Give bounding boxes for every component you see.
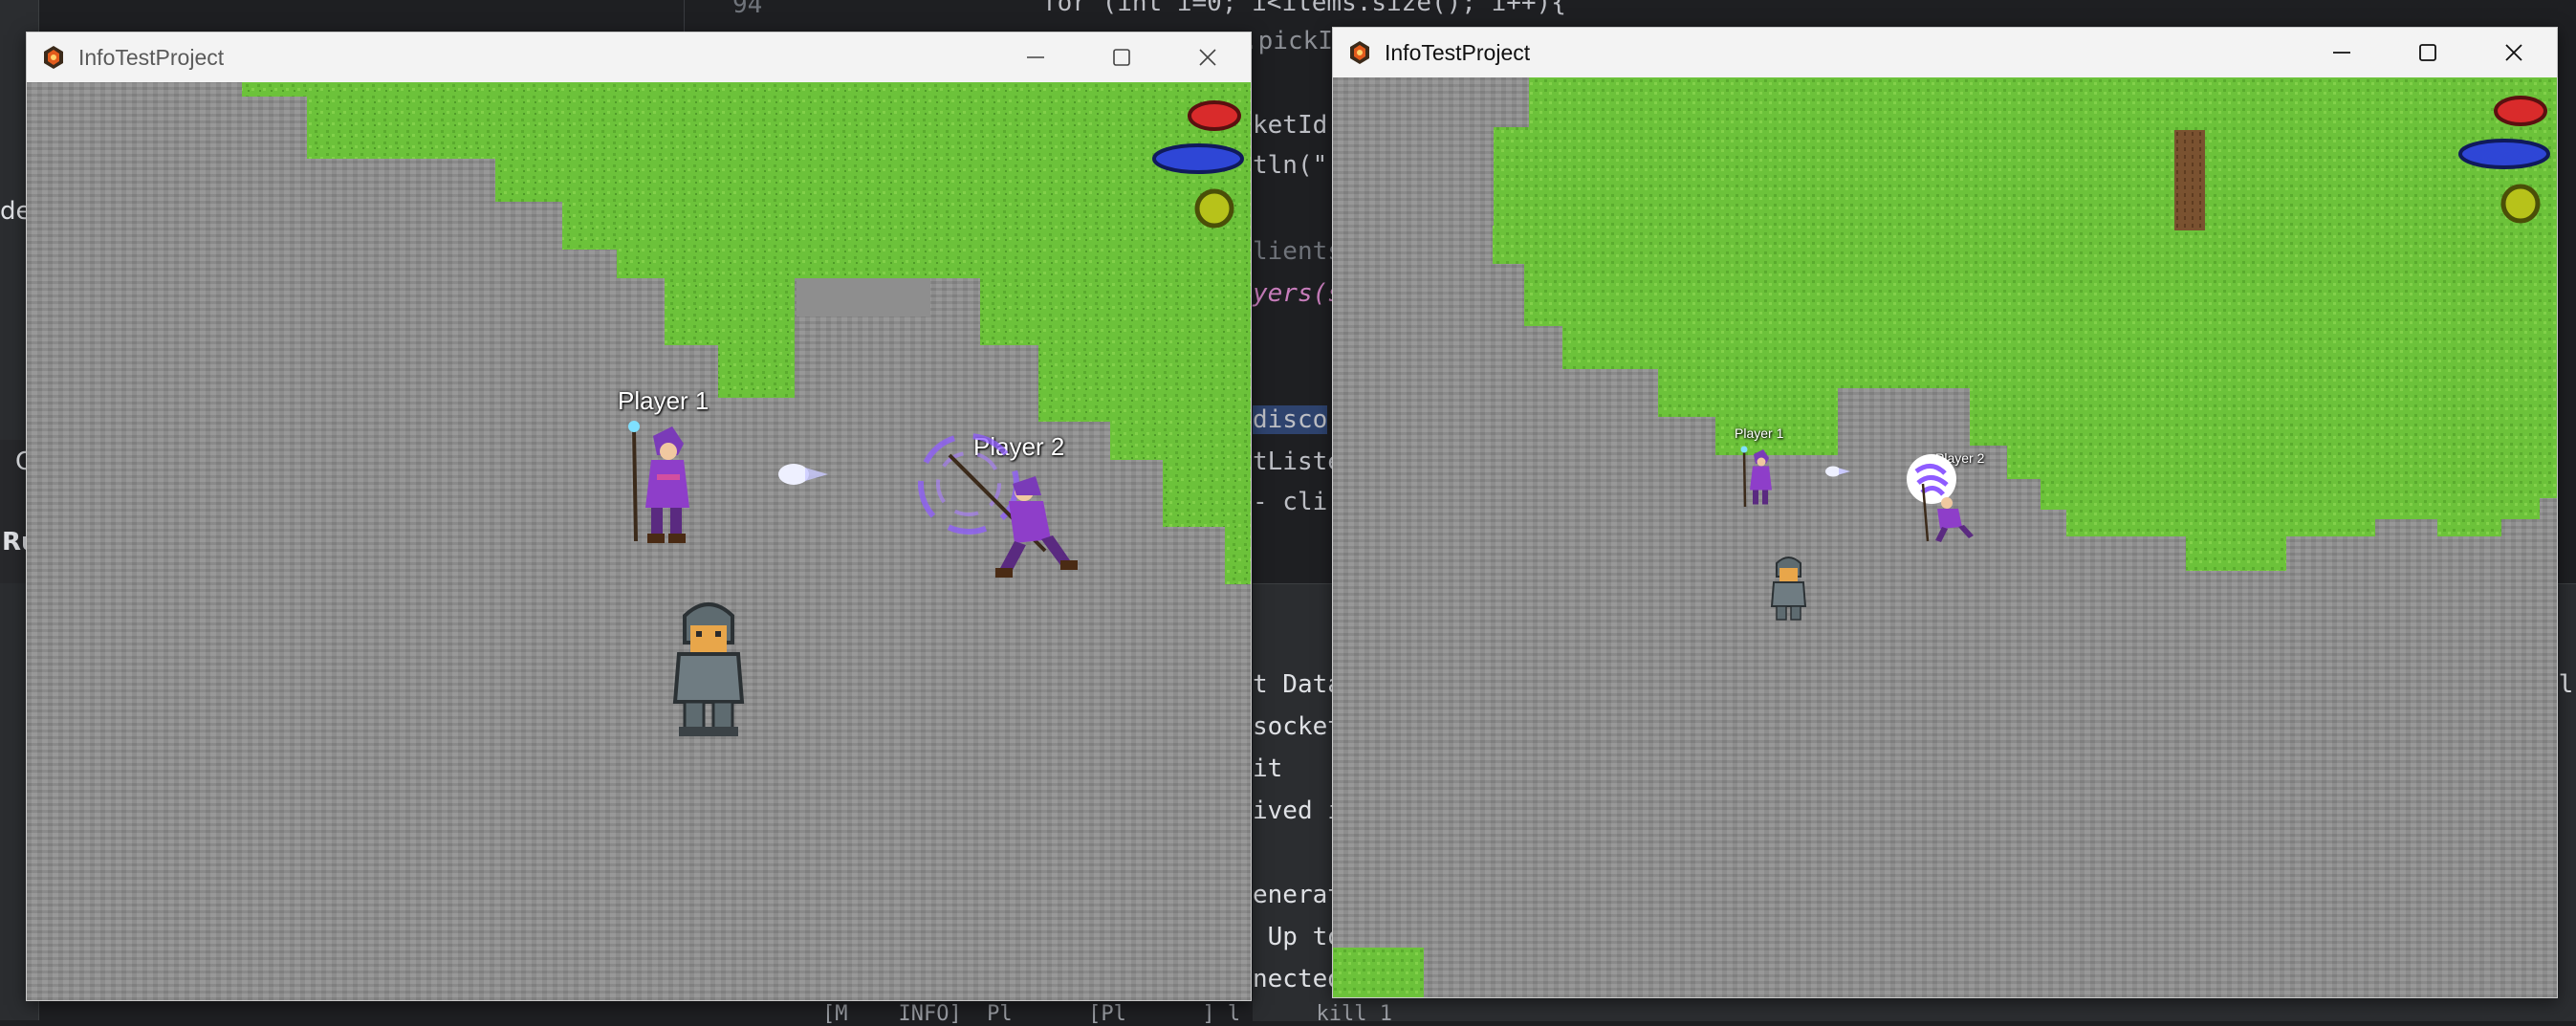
stamina-orb-icon bbox=[1194, 188, 1234, 229]
knight-npc-sprite[interactable] bbox=[666, 597, 752, 740]
console-line: socket bbox=[1253, 712, 1343, 741]
mana-bar-icon bbox=[1152, 143, 1244, 174]
close-icon bbox=[1199, 49, 1216, 66]
app-icon bbox=[1350, 41, 1369, 64]
hud bbox=[1152, 100, 1244, 229]
maximize-icon bbox=[2419, 44, 2436, 61]
player-1-mage-sprite[interactable] bbox=[615, 417, 710, 551]
minimize-button[interactable] bbox=[2299, 28, 2385, 77]
grass-region bbox=[1493, 77, 2557, 571]
code-line: disco bbox=[1253, 405, 1328, 434]
magic-projectile-icon bbox=[778, 464, 828, 485]
close-button[interactable] bbox=[1165, 33, 1251, 82]
code-line: for (int i=0; i<items.size(); i++){ bbox=[1042, 0, 1566, 17]
window-titlebar[interactable]: InfoTestProject bbox=[1333, 28, 2557, 77]
console-line: Up to bbox=[1253, 923, 1343, 951]
code-line: tln("[ bbox=[1253, 151, 1343, 180]
hud bbox=[2458, 96, 2550, 224]
player-2-mage-sprite[interactable] bbox=[1918, 479, 1985, 546]
player-name-label: Player 1 bbox=[618, 386, 709, 415]
game-viewport[interactable]: Player 1 Player 2 bbox=[1333, 77, 2557, 997]
game-window-2[interactable]: InfoTestProject Player 1 Player 2 bbox=[1332, 27, 2558, 998]
close-button[interactable] bbox=[2471, 28, 2557, 77]
stamina-orb-icon bbox=[2500, 184, 2541, 224]
line-number: 94 bbox=[732, 0, 763, 19]
knight-npc-sprite[interactable] bbox=[1767, 554, 1810, 625]
window-titlebar[interactable]: InfoTestProject bbox=[27, 33, 1251, 82]
code-line: .pickI bbox=[1243, 27, 1333, 55]
tree-trunk bbox=[2174, 130, 2205, 230]
minimize-button[interactable] bbox=[993, 33, 1079, 82]
app-icon bbox=[44, 46, 63, 69]
minimize-icon bbox=[2333, 52, 2350, 54]
maximize-icon bbox=[1113, 49, 1130, 66]
code-line: tListe bbox=[1253, 448, 1343, 476]
stone-inlet bbox=[797, 278, 930, 317]
game-viewport[interactable]: Player 1 Player 2 bbox=[27, 82, 1251, 1000]
grass-region bbox=[242, 82, 1251, 584]
mana-bar-icon bbox=[2458, 139, 2550, 169]
player-1-mage-sprite[interactable] bbox=[1735, 445, 1782, 512]
window-title: InfoTestProject bbox=[1385, 39, 1531, 65]
grass-patch bbox=[1333, 948, 1424, 997]
console-line: ived i bbox=[1253, 797, 1343, 825]
console-line: [M INFO] Pl [Pl ] l kill 1 bbox=[822, 1002, 1393, 1026]
magic-projectile-icon bbox=[1825, 466, 1850, 477]
code-line: ketId, bbox=[1253, 111, 1343, 140]
health-orb-icon bbox=[1188, 100, 1241, 131]
console-line: it bbox=[1253, 754, 1283, 783]
console-line: nected bbox=[1253, 965, 1343, 993]
maximize-button[interactable] bbox=[2385, 28, 2471, 77]
health-orb-icon bbox=[2494, 96, 2547, 126]
player-name-label: Player 1 bbox=[1735, 426, 1784, 441]
console-line: enerat bbox=[1253, 881, 1343, 909]
code-line: - cli bbox=[1253, 488, 1328, 516]
console-line: t Data bbox=[1253, 670, 1343, 699]
close-icon bbox=[2505, 44, 2522, 61]
window-title: InfoTestProject bbox=[78, 44, 225, 70]
minimize-icon bbox=[1027, 56, 1044, 58]
game-window-1[interactable]: InfoTestProject Player 1 Player 2 bbox=[26, 32, 1252, 1001]
maximize-button[interactable] bbox=[1079, 33, 1165, 82]
code-line: yers(s bbox=[1253, 279, 1343, 308]
code-line: lients bbox=[1253, 237, 1343, 266]
player-2-mage-sprite[interactable] bbox=[911, 426, 1093, 589]
